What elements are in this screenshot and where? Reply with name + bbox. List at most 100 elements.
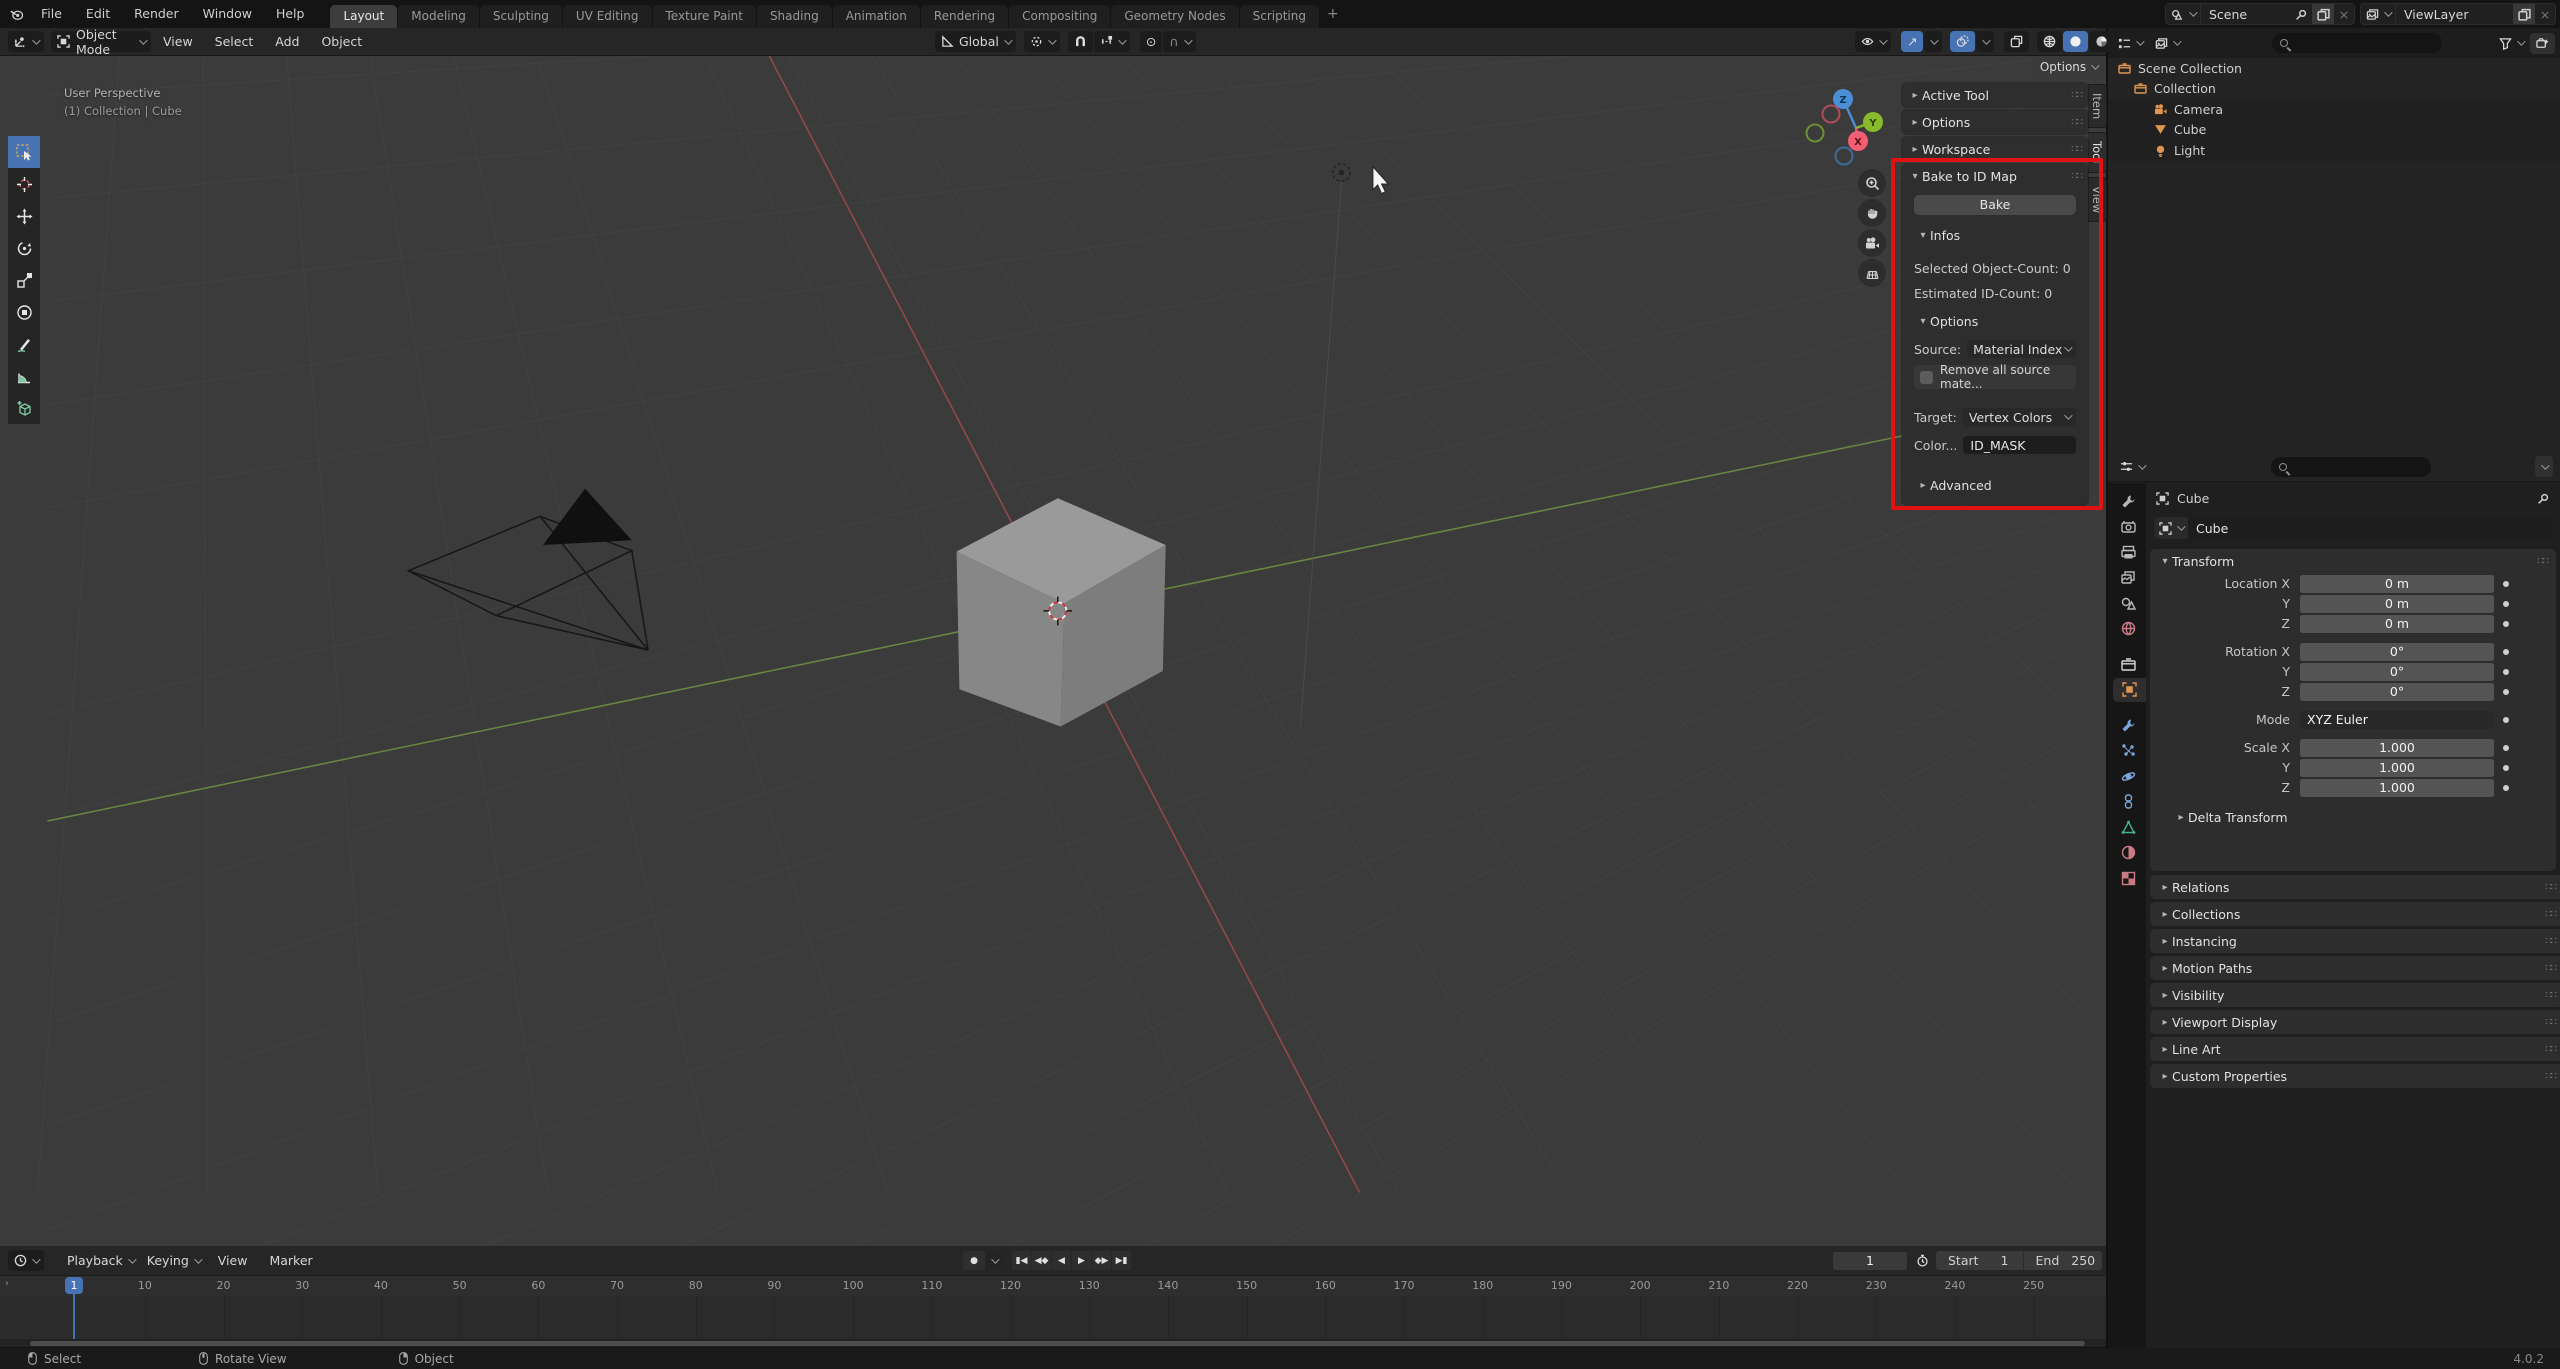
blender-logo-icon[interactable] xyxy=(10,8,23,21)
advanced-subpanel-header[interactable]: ▸ Advanced xyxy=(1902,476,2088,494)
properties-panel-collapsed[interactable]: ▸ Viewport Display ∷∷ xyxy=(2150,1010,2560,1034)
viewport-menu-item[interactable]: View xyxy=(152,34,204,49)
animate-dot-icon[interactable] xyxy=(2503,716,2509,723)
viewport-menu-item[interactable]: Object xyxy=(310,34,373,49)
current-frame-field[interactable]: 1 xyxy=(1833,1251,1907,1270)
animate-dot-icon[interactable] xyxy=(2503,744,2509,751)
pan-button[interactable] xyxy=(1858,199,1886,227)
outliner-row[interactable]: Cube xyxy=(2108,119,2560,140)
drag-handle-icon[interactable]: ∷∷ xyxy=(2545,909,2557,920)
gizmos-dropdown[interactable] xyxy=(1924,31,1943,52)
viewport-menu-item[interactable]: Add xyxy=(264,34,310,49)
animate-dot-icon[interactable] xyxy=(2503,580,2509,587)
outliner-item-label[interactable]: Scene Collection xyxy=(2138,61,2242,76)
editor-type-button[interactable] xyxy=(8,31,44,52)
transform-value-field[interactable]: 1.000 xyxy=(2300,778,2494,797)
toolbar-tool-button[interactable] xyxy=(8,264,40,296)
drag-handle-icon[interactable]: ∷∷ xyxy=(2071,90,2083,101)
drag-handle-icon[interactable]: ∷∷ xyxy=(2545,963,2557,974)
viewlayer-selector[interactable]: ViewLayer × xyxy=(2360,3,2556,25)
workspace-tab[interactable]: Layout xyxy=(330,5,398,28)
cube-object[interactable] xyxy=(956,498,1166,727)
sidebar-panel-collapsed[interactable]: ▸ Active Tool ∷∷ xyxy=(1902,83,2088,107)
transform-panel-header[interactable]: ▾ Transform ∷∷ xyxy=(2150,549,2556,573)
timeline-scrollbar[interactable] xyxy=(0,1339,2106,1347)
playback-menu[interactable]: Playback xyxy=(61,1250,140,1271)
animate-dot-icon[interactable] xyxy=(2503,764,2509,771)
workspace-tab[interactable]: Geometry Nodes xyxy=(1111,5,1239,28)
infos-subpanel-header[interactable]: ▾ Infos xyxy=(1902,226,2088,244)
drag-handle-icon[interactable]: ∷∷ xyxy=(2545,1017,2557,1028)
transport-button[interactable]: ▮◀ xyxy=(1012,1251,1031,1270)
drag-handle-icon[interactable]: ∷∷ xyxy=(2545,936,2557,947)
drag-handle-icon[interactable]: ∷∷ xyxy=(2071,117,2083,128)
overlays-toggle[interactable] xyxy=(1950,31,1976,52)
outliner-item-label[interactable]: Camera xyxy=(2174,102,2223,117)
3d-viewport[interactable]: User Perspective (1) Collection | Cube Z… xyxy=(0,56,2106,1246)
toolbar-tool-button[interactable] xyxy=(8,200,40,232)
properties-tab[interactable] xyxy=(2113,677,2146,702)
outliner-item-label[interactable]: Light xyxy=(2174,143,2205,158)
transport-button[interactable]: ◆▶ xyxy=(1092,1251,1111,1270)
drag-handle-icon[interactable]: ∷∷ xyxy=(2537,556,2549,567)
properties-tab[interactable] xyxy=(2111,764,2146,788)
timeline-marker-menu[interactable]: Marker xyxy=(258,1253,323,1268)
camera-object[interactable] xyxy=(406,488,649,651)
topbar-menu-item[interactable]: Help xyxy=(264,0,317,28)
new-scene-button[interactable] xyxy=(2312,4,2334,24)
timeline-editor-type-button[interactable] xyxy=(8,1250,44,1271)
sidebar-tab[interactable]: Item xyxy=(2088,84,2107,129)
drag-handle-icon[interactable]: ∷∷ xyxy=(2071,171,2083,182)
gizmo-x-axis[interactable]: X xyxy=(1854,137,1862,148)
transform-value-field[interactable]: 0 m xyxy=(2300,614,2494,633)
auto-keying-dropdown[interactable] xyxy=(986,1251,1002,1270)
sidebar-tab[interactable]: View xyxy=(2088,176,2107,222)
viewlayer-name[interactable]: ViewLayer xyxy=(2396,7,2513,22)
start-frame-field[interactable]: 1 xyxy=(2001,1253,2009,1268)
light-object[interactable] xyxy=(1332,163,1351,182)
workspace-tab[interactable]: Animation xyxy=(832,5,920,28)
unlink-scene-button[interactable]: × xyxy=(2334,7,2354,22)
properties-tab[interactable] xyxy=(2111,652,2146,676)
drag-handle-icon[interactable]: ∷∷ xyxy=(2071,144,2083,155)
delta-transform-panel-header[interactable]: ▸ Delta Transform xyxy=(2150,805,2556,829)
toolbar-tool-button[interactable] xyxy=(8,392,40,424)
outliner-search-input[interactable] xyxy=(2272,33,2442,53)
auto-keying-toggle[interactable]: ● xyxy=(963,1251,985,1270)
gizmo-minus-y-axis[interactable] xyxy=(1805,123,1825,143)
properties-panel-collapsed[interactable]: ▸ Motion Paths ∷∷ xyxy=(2150,956,2560,980)
add-workspace-button[interactable]: + xyxy=(1320,3,1346,26)
viewport-options-dropdown[interactable]: Options xyxy=(2032,57,2105,76)
toolbar-tool-button[interactable] xyxy=(8,360,40,392)
toolbar-tool-button[interactable] xyxy=(8,296,40,328)
animate-dot-icon[interactable] xyxy=(2503,648,2509,655)
new-collection-button[interactable] xyxy=(2530,32,2555,54)
animate-dot-icon[interactable] xyxy=(2503,620,2509,627)
zoom-button[interactable] xyxy=(1858,169,1886,197)
outliner-row[interactable]: Camera xyxy=(2108,99,2560,120)
xray-toggle[interactable] xyxy=(2004,31,2030,52)
workspace-tab[interactable]: Sculpting xyxy=(479,5,562,28)
properties-tab[interactable] xyxy=(2111,566,2146,590)
orientation-dropdown[interactable]: Global xyxy=(935,31,1016,52)
topbar-menu-item[interactable]: Window xyxy=(191,0,264,28)
animate-dot-icon[interactable] xyxy=(2503,784,2509,791)
object-name-field[interactable]: Cube xyxy=(2154,517,2552,539)
transform-value-field[interactable]: 0° xyxy=(2300,642,2494,661)
gizmo-y-axis[interactable]: Y xyxy=(1868,118,1877,129)
properties-editor-type-button[interactable] xyxy=(2114,456,2150,477)
topbar-menu-item[interactable]: Edit xyxy=(74,0,122,28)
properties-tab[interactable] xyxy=(2111,489,2146,513)
timeline-scrollbar-thumb[interactable] xyxy=(30,1340,2085,1346)
outliner-display-mode-dropdown[interactable] xyxy=(2112,33,2148,54)
workspace-tab[interactable]: Rendering xyxy=(920,5,1009,28)
transport-button[interactable]: ◀◆ xyxy=(1032,1251,1051,1270)
workspace-tab[interactable]: Texture Paint xyxy=(652,5,756,28)
checkbox-icon[interactable] xyxy=(1920,370,1933,384)
color-attribute-input[interactable]: ID_MASK xyxy=(1963,436,2076,454)
properties-tab[interactable] xyxy=(2111,713,2146,737)
bake-button[interactable]: Bake xyxy=(1914,195,2076,215)
properties-tab[interactable] xyxy=(2111,515,2146,539)
toolbar-tool-button[interactable] xyxy=(8,328,40,360)
sidebar-tab[interactable]: Tool xyxy=(2088,132,2107,173)
